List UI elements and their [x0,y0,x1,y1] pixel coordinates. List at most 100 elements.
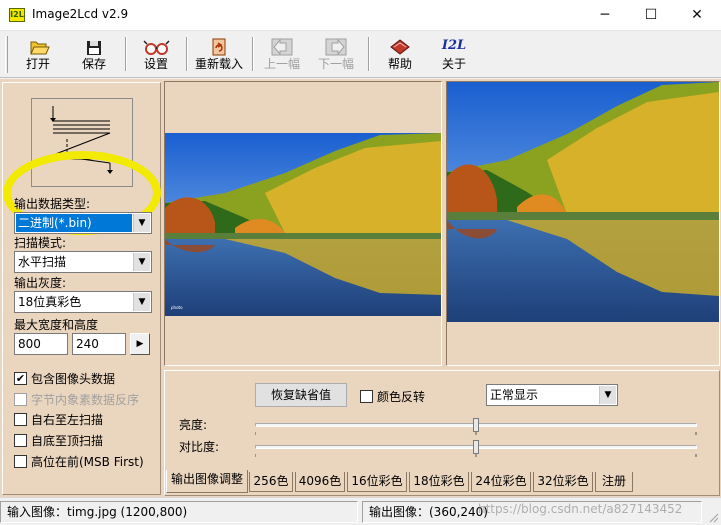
settings-panel: 输出数据类型: 二进制(*.bin) ▼ 扫描模式: 水平扫描 ▼ 输出灰度: … [2,82,161,495]
output-type-value: 二进制(*.bin) [16,214,132,232]
window-title: Image2Lcd v2.9 [32,7,129,21]
next-image-label: 下一幅 [317,57,354,71]
input-image-status: 输入图像：timg.jpg (1200,800) [0,501,358,523]
chevron-down-icon[interactable]: ▼ [599,386,616,404]
reverse-byte-pixels-label: 字节内象素数据反序 [31,393,140,407]
contrast-label: 对比度: [179,440,220,454]
include-header-label: 包含图像头数据 [31,372,116,386]
toolbar: 打开 保存 设置 重新载入 上一幅 下一幅 帮助 I2L 关于 [0,31,721,78]
toolbar-grip [5,36,8,73]
checkbox-icon[interactable] [14,413,27,426]
adjustment-panel: 恢复缺省值 颜色反转 正常显示 ▼ 亮度: 对比度: 输出图像调整 256色 4… [164,370,720,496]
about-label: 关于 [441,57,466,71]
reload-document-icon [212,38,226,56]
invert-colors-label: 颜色反转 [377,390,426,404]
output-type-label: 输出数据类型: [14,197,91,211]
right-to-left-checkbox[interactable]: 自右至左扫描 [14,411,103,427]
help-book-icon [390,39,410,55]
reverse-byte-pixels-checkbox[interactable]: 字节内象素数据反序 [14,391,139,407]
open-label: 打开 [25,57,50,71]
input-image: photo [165,133,441,316]
toolbar-separator [125,37,127,71]
floppy-disk-icon [87,41,101,55]
right-to-left-label: 自右至左扫描 [31,413,104,427]
settings-label: 设置 [143,57,168,71]
chevron-down-icon[interactable]: ▼ [133,253,150,271]
minimize-button[interactable]: ─ [582,0,628,30]
tab-18bit-color[interactable]: 18位彩色 [409,472,469,492]
toolbar-separator [252,37,254,71]
settings-button[interactable]: 设置 [132,33,180,75]
checkbox-icon[interactable]: ✔ [14,372,27,385]
title-bar: I2L Image2Lcd v2.9 ─ ☐ ✕ [0,0,721,31]
grayscale-label: 输出灰度: [14,276,67,290]
toolbar-separator [368,37,370,71]
checkbox-icon[interactable] [14,434,27,447]
left-arrow-icon [271,38,293,56]
app-icon: I2L [9,8,25,22]
previous-image-button[interactable]: 上一幅 [258,33,306,75]
brightness-slider-thumb[interactable] [473,418,479,432]
bottom-to-top-checkbox[interactable]: 自底至顶扫描 [14,432,103,448]
help-button[interactable]: 帮助 [376,33,424,75]
brightness-label: 亮度: [179,418,208,432]
input-image-pane: photo [164,81,442,366]
reload-button[interactable]: 重新载入 [192,33,246,75]
save-button[interactable]: 保存 [70,33,118,75]
about-button[interactable]: I2L 关于 [430,33,478,75]
maximize-button[interactable]: ☐ [628,0,674,30]
checkbox-icon[interactable] [14,455,27,468]
display-mode-select[interactable]: 正常显示 ▼ [486,384,618,406]
i2l-logo-icon: I2L [441,38,467,53]
toolbar-separator [186,37,188,71]
tab-256-color[interactable]: 256色 [249,472,293,492]
checkbox-icon[interactable] [14,393,27,406]
tab-24bit-color[interactable]: 24位彩色 [471,472,531,492]
glasses-icon [143,40,170,55]
msb-first-label: 高位在前(MSB First) [31,455,144,469]
previous-image-label: 上一幅 [263,57,300,71]
grayscale-select[interactable]: 18位真彩色 ▼ [14,291,152,313]
invert-colors-checkbox[interactable]: 颜色反转 [360,388,425,404]
client-area: 输出数据类型: 二进制(*.bin) ▼ 扫描模式: 水平扫描 ▼ 输出灰度: … [0,79,721,497]
save-label: 保存 [81,57,106,71]
output-image [447,82,719,322]
output-image-pane [446,81,720,366]
bottom-to-top-label: 自底至顶扫描 [31,434,104,448]
scan-mode-label: 扫描模式: [14,236,67,250]
close-button[interactable]: ✕ [674,0,720,30]
help-label: 帮助 [387,57,412,71]
scan-mode-value: 水平扫描 [18,255,67,269]
tab-16bit-color[interactable]: 16位彩色 [347,472,407,492]
contrast-slider-thumb[interactable] [473,440,479,454]
include-header-checkbox[interactable]: ✔ 包含图像头数据 [14,370,115,386]
resize-grip-icon[interactable] [707,511,719,523]
chevron-down-icon[interactable]: ▼ [133,214,150,232]
max-width-input[interactable]: 800 [14,333,68,355]
contrast-ticks [255,454,697,457]
grayscale-value: 18位真彩色 [18,295,82,309]
chevron-down-icon[interactable]: ▼ [133,293,150,311]
restore-default-button[interactable]: 恢复缺省值 [255,383,347,407]
status-bar: 输入图像：timg.jpg (1200,800) 输出图像：(360,240) … [0,497,721,525]
brightness-ticks [255,432,697,435]
apply-size-button[interactable]: ▶ [130,333,150,355]
open-button[interactable]: 打开 [14,33,62,75]
tab-register[interactable]: 注册 [595,472,633,492]
next-image-button[interactable]: 下一幅 [312,33,360,75]
tab-output-image-adjust[interactable]: 输出图像调整 [166,470,248,493]
right-arrow-icon [325,38,347,56]
scan-mode-select[interactable]: 水平扫描 ▼ [14,251,152,273]
reload-label: 重新载入 [194,57,243,71]
msb-first-checkbox[interactable]: 高位在前(MSB First) [14,453,144,469]
tab-4096-color[interactable]: 4096色 [295,472,345,492]
display-mode-value: 正常显示 [490,388,539,402]
tab-32bit-color[interactable]: 32位彩色 [533,472,593,492]
checkbox-icon[interactable] [360,390,373,403]
max-size-label: 最大宽度和高度 [14,318,99,332]
open-folder-icon [30,41,50,55]
svg-text:photo: photo [171,305,183,310]
output-type-select[interactable]: 二进制(*.bin) ▼ [14,212,152,234]
max-height-input[interactable]: 240 [72,333,126,355]
watermark-text: https://blog.csdn.net/a827143452 [478,502,683,516]
